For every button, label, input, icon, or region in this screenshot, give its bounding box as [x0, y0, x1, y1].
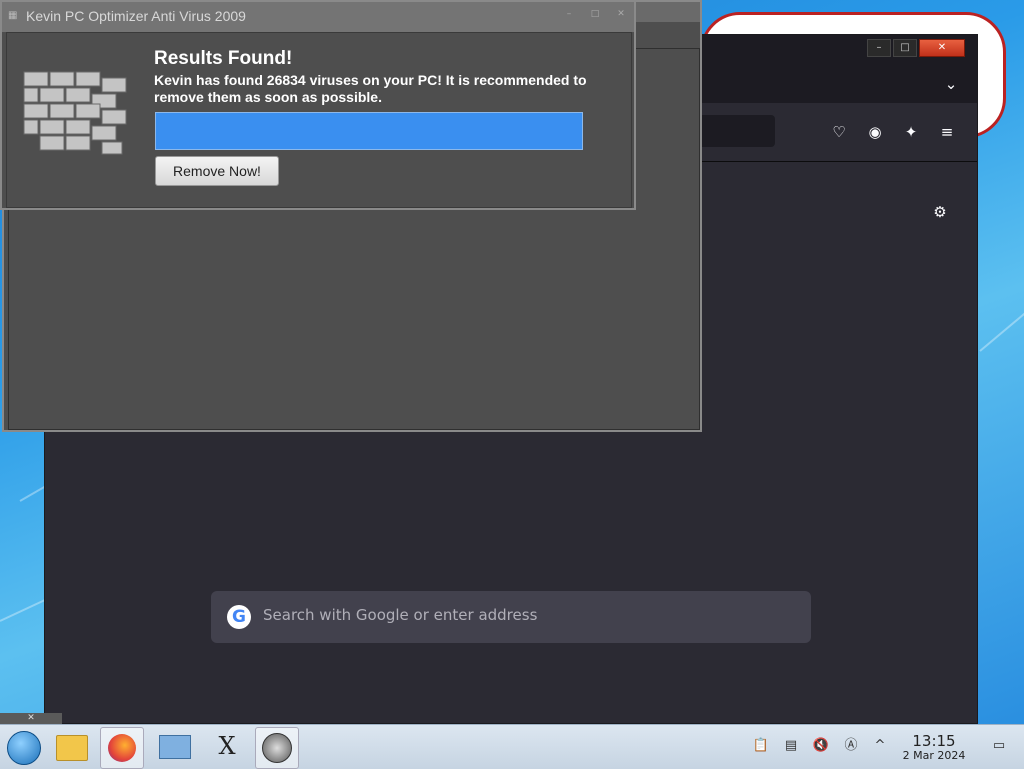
popup-title: Kevin PC Optimizer Anti Virus 2009: [26, 8, 246, 24]
google-icon: G: [227, 605, 251, 629]
minimize-button[interactable]: –: [867, 39, 891, 57]
firefox-icon: [108, 734, 136, 762]
antivirus-popup: ▦ Kevin PC Optimizer Anti Virus 2009 – □…: [0, 0, 636, 210]
file-manager-icon: [56, 735, 88, 761]
search-input[interactable]: G Search with Google or enter address: [211, 591, 811, 643]
scan-progress-bar: [155, 112, 583, 150]
popup-close-button[interactable]: ✕: [614, 8, 628, 20]
account-icon[interactable]: ◉: [864, 121, 886, 143]
taskbar: X 📋 ▤ 🔇 Ⓐ ^ 13:15 2 Mar 2024 ▭: [0, 724, 1024, 769]
chevron-up-icon[interactable]: ^: [871, 737, 889, 755]
pocket-icon[interactable]: ♡: [828, 121, 850, 143]
popup-titlebar[interactable]: ▦ Kevin PC Optimizer Anti Virus 2009 – □…: [2, 2, 634, 32]
list-all-tabs-chevron-icon[interactable]: ⌄: [940, 73, 962, 95]
clock-date[interactable]: 2 Mar 2024: [896, 749, 972, 762]
taskbar-file-manager[interactable]: [50, 727, 92, 767]
taskbar-control-panel[interactable]: [153, 727, 195, 767]
menu-icon[interactable]: ≡: [936, 121, 958, 143]
firewall-wall-icon: [23, 71, 127, 155]
taskbar-x-app[interactable]: X: [205, 727, 247, 767]
taskbar-safari[interactable]: [255, 727, 299, 769]
popup-maximize-button[interactable]: □: [588, 8, 602, 20]
clipboard-icon[interactable]: 📋: [752, 737, 770, 755]
control-panel-icon: [159, 735, 191, 759]
results-heading: Results Found!: [154, 48, 293, 69]
extensions-icon[interactable]: ✦: [900, 121, 922, 143]
remove-now-button[interactable]: Remove Now!: [155, 156, 279, 186]
start-button[interactable]: [2, 727, 44, 767]
search-placeholder: Search with Google or enter address: [263, 606, 538, 624]
clock-time[interactable]: 13:15: [900, 732, 968, 750]
volume-muted-icon[interactable]: 🔇: [812, 737, 830, 755]
taskbar-firefox[interactable]: [100, 727, 144, 769]
wallpaper-streak: [979, 273, 1024, 352]
popup-minimize-button[interactable]: –: [562, 8, 576, 20]
minimized-window-close[interactable]: ✕: [0, 713, 62, 724]
notes-icon[interactable]: ▤: [782, 737, 800, 755]
show-desktop-icon[interactable]: ▭: [990, 737, 1008, 755]
results-message: Kevin has found 26834 viruses on your PC…: [154, 72, 587, 105]
keyboard-icon[interactable]: Ⓐ: [842, 737, 860, 755]
close-button[interactable]: ✕: [919, 39, 965, 57]
app-icon: ▦: [8, 10, 18, 21]
safari-icon: [262, 733, 292, 763]
settings-gear-icon[interactable]: ⚙: [929, 201, 951, 223]
maximize-button[interactable]: □: [893, 39, 917, 57]
x-app-icon: X: [218, 732, 236, 760]
start-orb-icon: [7, 731, 41, 765]
